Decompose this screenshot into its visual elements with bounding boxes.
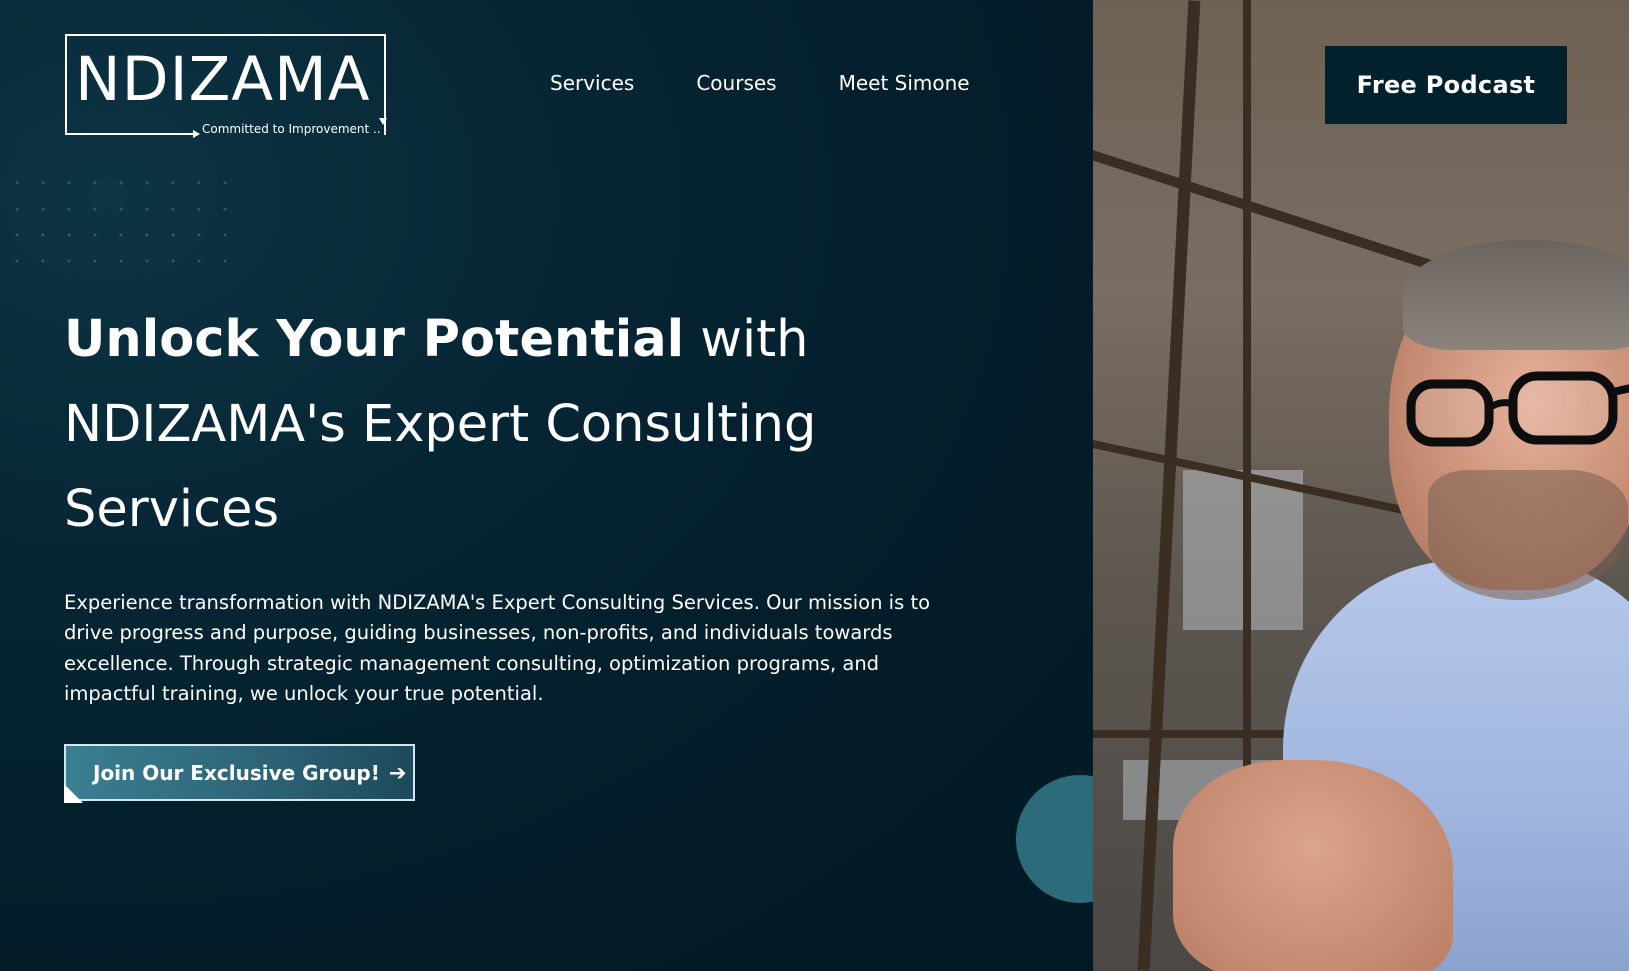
teal-circle-decoration [1016, 775, 1093, 903]
hair [1403, 240, 1629, 350]
free-podcast-button[interactable]: Free Podcast [1325, 46, 1567, 124]
hero-description: Experience transformation with NDIZAMA's… [64, 590, 931, 706]
arrow-right-icon: ➔ [388, 760, 407, 785]
hero-title-strong: Unlock Your Potential [64, 310, 685, 370]
nav-item-courses[interactable]: Courses [696, 71, 776, 95]
join-group-button-label: Join Our Exclusive Group! [93, 760, 380, 785]
dot-pattern-decoration [0, 168, 245, 283]
hero-photo [1093, 0, 1629, 971]
logo-tagline: Committed to Improvement .. [202, 122, 381, 136]
main-nav: Services Courses Meet Simone [550, 71, 1032, 95]
clasped-hands [1173, 760, 1453, 971]
hero-title: Unlock Your Potential with NDIZAMA's Exp… [64, 297, 984, 552]
hero-left-panel: NDIZAMA Committed to Improvement .. Serv… [0, 0, 1093, 971]
brand-logo[interactable]: NDIZAMA Committed to Improvement .. [65, 34, 387, 138]
nav-item-meet-simone[interactable]: Meet Simone [839, 71, 970, 95]
glasses-icon [1406, 371, 1629, 447]
logo-frame-bottom [65, 133, 198, 135]
button-corner-decoration [64, 784, 83, 803]
logo-wordmark: NDIZAMA [75, 44, 371, 115]
join-group-button[interactable]: Join Our Exclusive Group! ➔ [64, 744, 415, 801]
logo-arrow-icon [193, 130, 200, 138]
nav-item-services[interactable]: Services [550, 71, 634, 95]
